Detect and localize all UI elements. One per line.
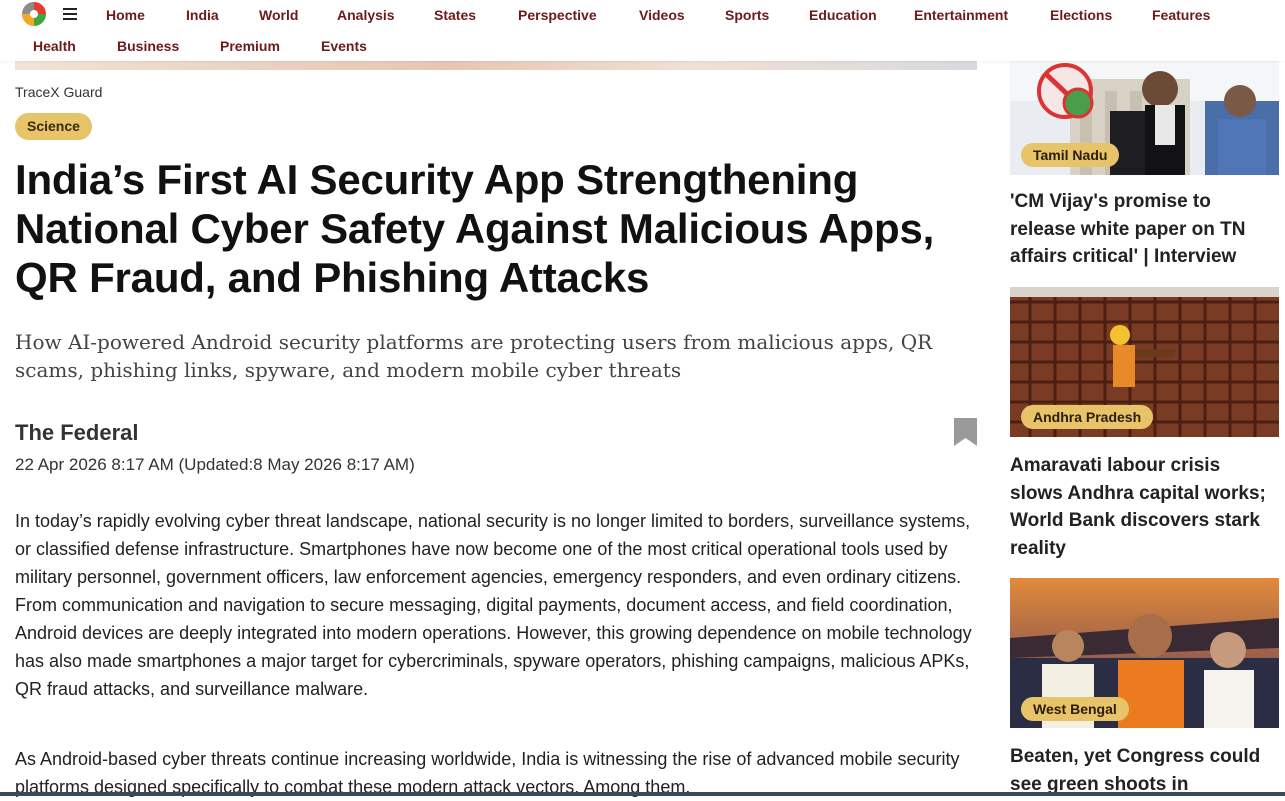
nav-item-elections[interactable]: Elections: [1050, 7, 1112, 23]
hamburger-menu-icon[interactable]: [63, 8, 77, 20]
nav-item-features[interactable]: Features: [1152, 7, 1210, 23]
category-tag[interactable]: Tamil Nadu: [1021, 143, 1120, 167]
sidebar-card-image[interactable]: West Bengal: [1010, 578, 1279, 728]
article-headline: India’s First AI Security App Strengthen…: [15, 156, 935, 301]
sidebar-card-title[interactable]: Beaten, yet Congress could see green sho…: [1010, 743, 1275, 798]
nav-item-education[interactable]: Education: [809, 7, 877, 23]
sidebar-card-image[interactable]: Tamil Nadu: [1010, 61, 1279, 175]
nav-item-india[interactable]: India: [186, 7, 219, 23]
category-tag[interactable]: Andhra Pradesh: [1021, 405, 1154, 429]
image-credit: TraceX Guard: [15, 84, 103, 100]
sidebar-card-title[interactable]: Amaravati labour crisis slows Andhra cap…: [1010, 452, 1275, 562]
nav-item-events[interactable]: Events: [321, 38, 367, 54]
article-dateline: 22 Apr 2026 8:17 AM (Updated:8 May 2026 …: [15, 455, 415, 474]
nav-item-world[interactable]: World: [259, 7, 298, 23]
hero-image: [15, 61, 977, 70]
bookmark-icon[interactable]: [954, 418, 977, 446]
nav-item-sports[interactable]: Sports: [725, 7, 769, 23]
nav-item-states[interactable]: States: [434, 7, 476, 23]
nav-item-health[interactable]: Health: [33, 38, 76, 54]
nav-item-entertainment[interactable]: Entertainment: [914, 7, 1008, 23]
article-paragraph: In today’s rapidly evolving cyber threat…: [15, 511, 972, 699]
nav-item-perspective[interactable]: Perspective: [518, 7, 597, 23]
horizontal-scrollbar[interactable]: [0, 792, 1285, 796]
nav-item-business[interactable]: Business: [117, 38, 179, 54]
nav-item-videos[interactable]: Videos: [639, 7, 685, 23]
nav-item-home[interactable]: Home: [106, 7, 145, 23]
nav-item-premium[interactable]: Premium: [220, 38, 280, 54]
category-tag[interactable]: Science: [15, 113, 92, 140]
nav-item-analysis[interactable]: Analysis: [337, 7, 395, 23]
sidebar-card-image[interactable]: Andhra Pradesh: [1010, 287, 1279, 437]
category-tag[interactable]: West Bengal: [1021, 697, 1129, 721]
article-author[interactable]: The Federal: [15, 420, 138, 446]
article-subheadline: How AI-powered Android security platform…: [15, 330, 933, 382]
top-navigation: Home India World Analysis States Perspec…: [0, 0, 1285, 61]
the-federal-logo[interactable]: [21, 1, 47, 27]
sidebar-card-title[interactable]: 'CM Vijay's promise to release white pap…: [1010, 188, 1275, 271]
